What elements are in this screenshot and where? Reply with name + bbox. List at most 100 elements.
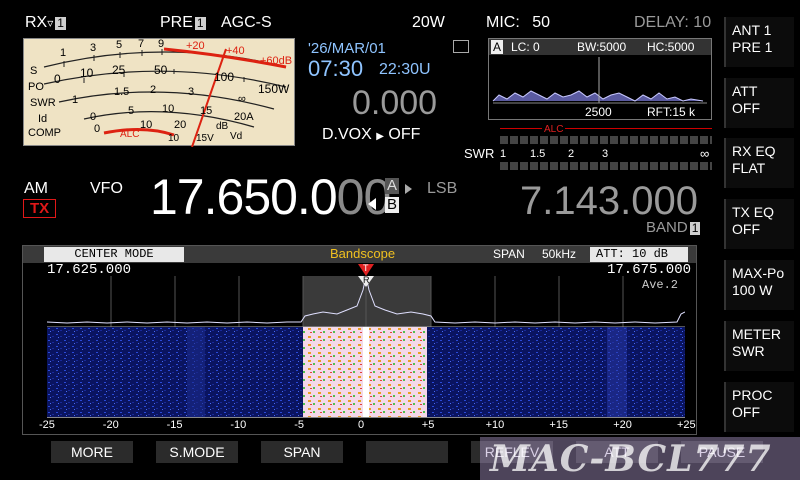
local-time: 07:30 xyxy=(308,56,364,81)
scope-mode-button[interactable]: S.MODE xyxy=(156,441,238,463)
softkey-processor[interactable]: PROC OFF xyxy=(724,382,794,432)
softkey-att[interactable]: ATT OFF xyxy=(724,78,794,128)
power-indicator: 20W xyxy=(412,14,445,31)
softkey-line2: SWR xyxy=(732,343,765,359)
po-tick: 50 xyxy=(154,63,168,77)
scope-axis-tick: -25 xyxy=(39,419,55,431)
s-tick: 1 xyxy=(60,47,67,59)
swr-meter-tick: 3 xyxy=(602,148,609,160)
pre-number: 1 xyxy=(194,16,206,30)
main-frequency-dim: 00 xyxy=(336,169,392,225)
watermark-text: MAC-BCL777 xyxy=(490,438,772,480)
meter-label-s: S xyxy=(30,65,38,77)
softkey-line2: OFF xyxy=(732,221,760,237)
scope-axis-tick: +20 xyxy=(613,419,632,431)
rit-offset: 0.000 xyxy=(352,84,438,122)
scope-axis-tick: +15 xyxy=(549,419,569,431)
swr-tick: ∞ xyxy=(238,93,246,105)
po-tick: 10 xyxy=(80,66,94,80)
filter-scope: A LC: 0 BW:5000 HC:5000 2500 RFT:15 k xyxy=(488,38,712,120)
date-display: '26/MAR/01 xyxy=(308,40,386,57)
sideband-arrow-icon xyxy=(405,184,412,194)
meter-label-id: Id xyxy=(38,113,48,125)
vd-tick: 15V xyxy=(196,133,214,144)
mode-display: AM xyxy=(24,180,48,197)
softkey-line2: 100 W xyxy=(732,282,773,298)
vd-tick: 10 xyxy=(168,133,180,144)
delay-indicator: DELAY: 10 xyxy=(634,14,712,31)
arrow-right-icon: ▶ xyxy=(376,131,384,142)
softkey-meter[interactable]: METER SWR xyxy=(724,321,794,371)
vfo-a-badge[interactable]: A xyxy=(385,178,400,194)
vd-tick: Vd xyxy=(230,131,243,142)
scope-mode[interactable]: CENTER MODE xyxy=(44,247,184,262)
swr-meter-tick: 2 xyxy=(568,148,575,160)
swr-meter-tick: ∞ xyxy=(700,146,710,161)
softkey-line1: METER xyxy=(732,326,781,342)
swr-meter-tick: 1 xyxy=(500,148,507,160)
more-button[interactable]: MORE xyxy=(51,441,133,463)
scope-axis-tick: 0 xyxy=(358,419,365,431)
rx-indicator: RX▿ 1 xyxy=(25,14,66,32)
softkey-line1: TX EQ xyxy=(732,204,775,220)
softkey-rx-eq[interactable]: RX EQ FLAT xyxy=(724,138,794,188)
low-cut: LC: 0 xyxy=(511,40,540,54)
vfo-b-badge[interactable]: B xyxy=(385,197,400,213)
comp-tick: 0 xyxy=(94,123,101,135)
swr-meter-label: SWR xyxy=(464,146,495,161)
softkey-line1: PROC xyxy=(732,387,773,403)
band-indicator: BAND 1 xyxy=(646,219,701,236)
band-number: 1 xyxy=(689,221,701,235)
mic-value: 50 xyxy=(532,14,551,31)
s-tick: 9 xyxy=(158,38,165,50)
alc-meter-label: ALC xyxy=(542,124,566,135)
softkey-tx-eq[interactable]: TX EQ OFF xyxy=(724,199,794,249)
id-tick: 20A xyxy=(234,111,254,123)
mic-indicator: MIC: 50 xyxy=(486,14,550,32)
id-tick: 0 xyxy=(90,111,97,123)
softkey-line1: ATT xyxy=(732,83,758,99)
po-tick: 25 xyxy=(112,63,126,77)
alc-meter-bar xyxy=(500,136,712,144)
vfo-label: VFO xyxy=(90,180,123,197)
scope-att: ATT: 10 dB xyxy=(590,247,688,262)
swr-tick: 1.5 xyxy=(114,86,130,98)
utc-time: 22:30U xyxy=(379,61,431,78)
high-cut: HC:5000 xyxy=(647,40,695,54)
po-tick: 0 xyxy=(54,72,61,86)
span-button[interactable]: SPAN xyxy=(261,441,343,463)
waterfall-display[interactable] xyxy=(47,327,685,417)
swr-tick: 3 xyxy=(188,86,195,98)
mic-label: MIC: xyxy=(486,14,520,31)
softkey-antenna[interactable]: ANT 1 PRE 1 xyxy=(724,17,794,67)
softkey-line2: OFF xyxy=(732,100,760,116)
scope-title: Bandscope xyxy=(330,246,396,261)
comp-tick: dB xyxy=(216,121,229,132)
scope-axis-tick: -20 xyxy=(102,419,119,431)
s-tick: +40 xyxy=(226,45,245,57)
main-frequency[interactable]: 17.650.000 xyxy=(150,168,392,226)
tx-badge: TX xyxy=(23,199,57,218)
scope-span-label: SPAN xyxy=(493,247,525,261)
preamp-indicator: PRE 1 xyxy=(160,14,206,32)
filter-vfo-badge: A xyxy=(491,40,504,54)
softkey-line1: MAX-Po xyxy=(732,265,785,281)
memory-card-icon xyxy=(453,40,469,53)
dvox-indicator: D.VOX ▶ OFF xyxy=(322,126,420,144)
softkey-max-power[interactable]: MAX-Po 100 W xyxy=(724,260,794,310)
alc-label: ALC xyxy=(120,129,140,140)
meter-label-comp: COMP xyxy=(28,127,61,139)
scope-axis-tick: +25 xyxy=(677,419,696,431)
alc-line xyxy=(500,128,712,129)
softkey-line2: PRE 1 xyxy=(732,39,773,55)
dvox-label: D.VOX xyxy=(322,126,372,143)
scope-axis-tick: -5 xyxy=(294,419,304,431)
rx-number: 1 xyxy=(55,16,66,30)
rx-marker-label: R xyxy=(363,275,370,285)
softkey-line2: OFF xyxy=(732,404,760,420)
swr-tick: 2 xyxy=(150,84,157,96)
id-tick: 10 xyxy=(162,103,175,115)
comp-tick: 10 xyxy=(140,119,153,131)
sub-frequency[interactable]: 7.143.000 xyxy=(520,178,698,224)
blank-button[interactable] xyxy=(366,441,448,463)
